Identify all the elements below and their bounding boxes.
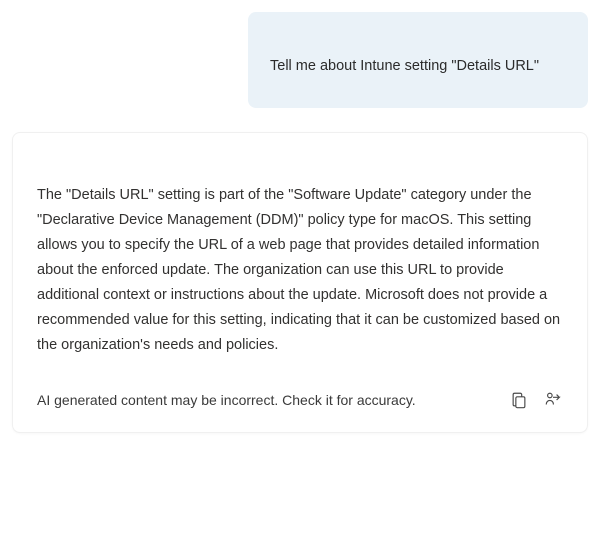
- user-message-text: Tell me about Intune setting "Details UR…: [270, 58, 566, 74]
- ai-disclaimer-text: AI generated content may be incorrect. C…: [37, 392, 416, 408]
- ai-message-footer: AI generated content may be incorrect. C…: [37, 390, 563, 410]
- ai-actions: [509, 390, 563, 410]
- ai-message-bubble: The "Details URL" setting is part of the…: [12, 132, 588, 433]
- ai-message-body: The "Details URL" setting is part of the…: [37, 183, 563, 358]
- feedback-person-icon[interactable]: [543, 390, 563, 410]
- copy-icon[interactable]: [509, 390, 529, 410]
- user-message-bubble: Tell me about Intune setting "Details UR…: [248, 12, 588, 108]
